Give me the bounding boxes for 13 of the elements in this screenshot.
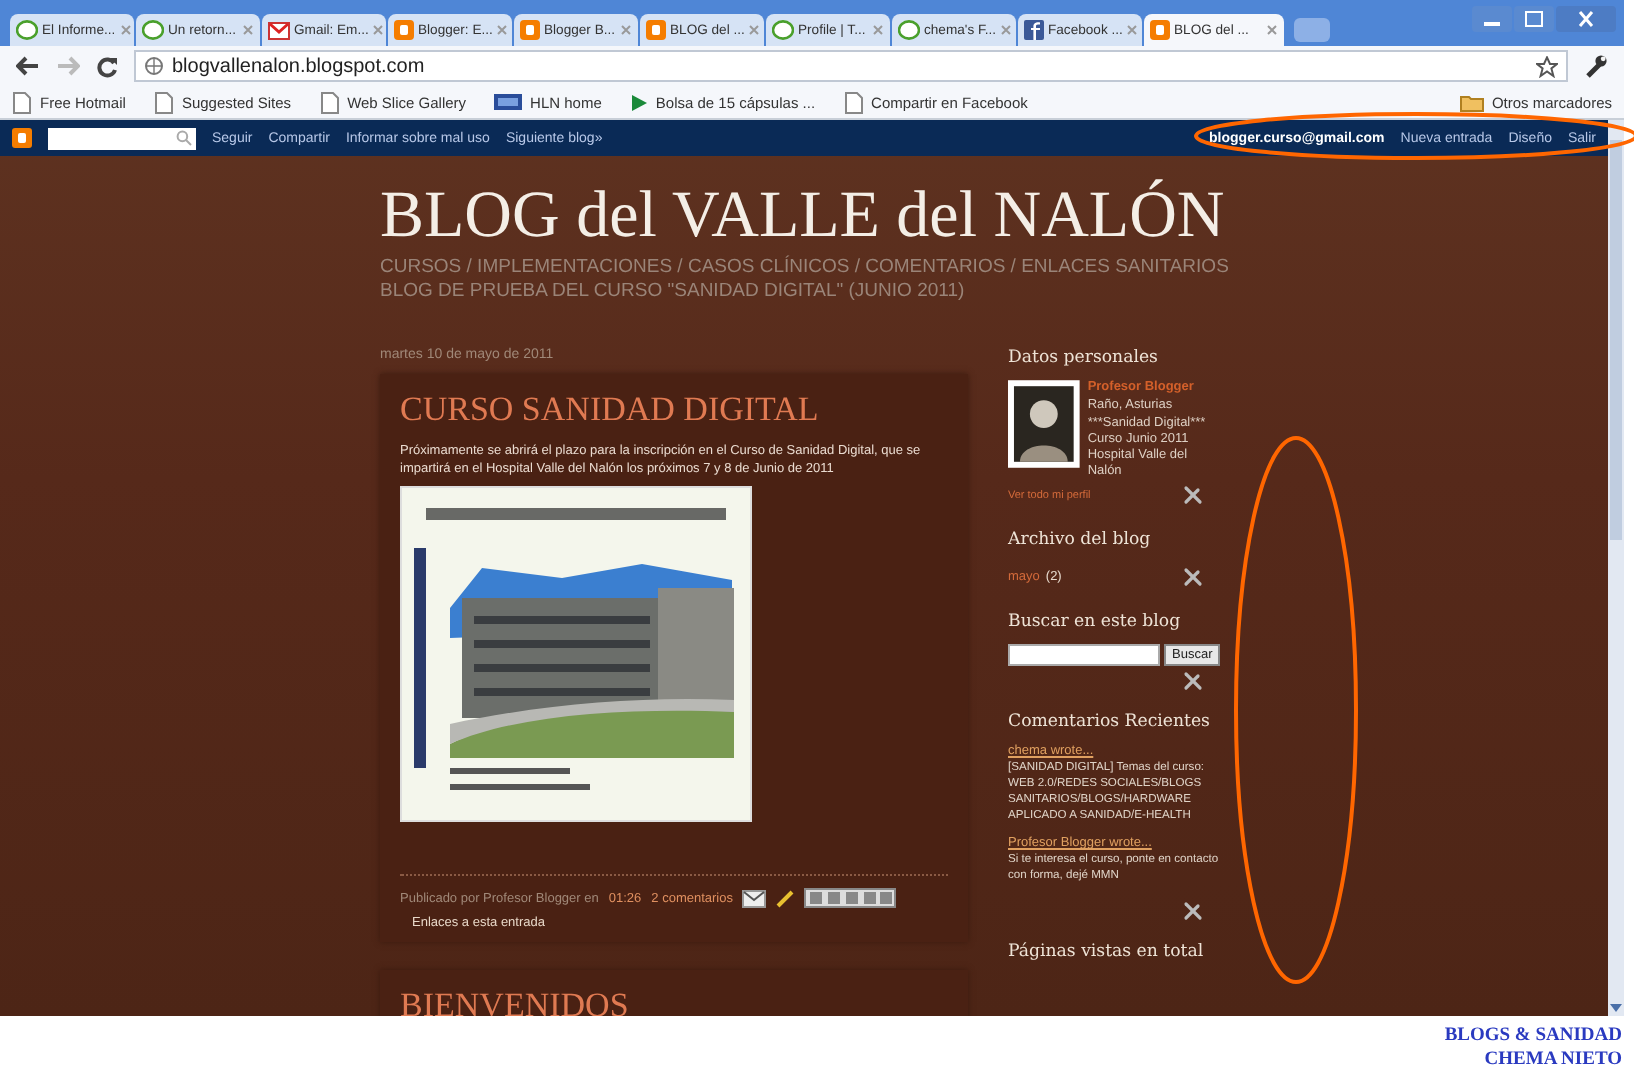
- widget-heading: Comentarios Recientes: [1008, 712, 1212, 732]
- blog-title: BLOG del VALLE del NALÓN: [380, 177, 1227, 255]
- blog-description: BLOG DE PRUEBA DEL CURSO "SANIDAD DIGITAL" (JUNIO 2011): [380, 280, 967, 304]
- slide-caption: BLOGS & SANIDAD CHEMA NIETO: [1444, 1024, 1622, 1072]
- widget-heading: Datos personales: [1008, 348, 1160, 368]
- address-bar[interactable]: blogvallenalon.blogspot.com: [134, 50, 1568, 82]
- widget-heading: Archivo del blog: [1008, 530, 1153, 550]
- blog-description: CURSOS / IMPLEMENTACIONES / CASOS CLÍNICOS / COMENTARIOS / ENLACES SANITARIOS: [380, 256, 1231, 280]
- url-text: blogvallenalon.blogspot.com: [172, 55, 427, 77]
- widget-heading: Páginas vistas en total: [1008, 942, 1206, 962]
- post-title[interactable]: CURSO SANIDAD DIGITAL: [400, 390, 948, 430]
- widget-heading: Buscar en este blog: [1008, 612, 1183, 632]
- post-title[interactable]: BIENVENIDOS: [400, 986, 948, 1016]
